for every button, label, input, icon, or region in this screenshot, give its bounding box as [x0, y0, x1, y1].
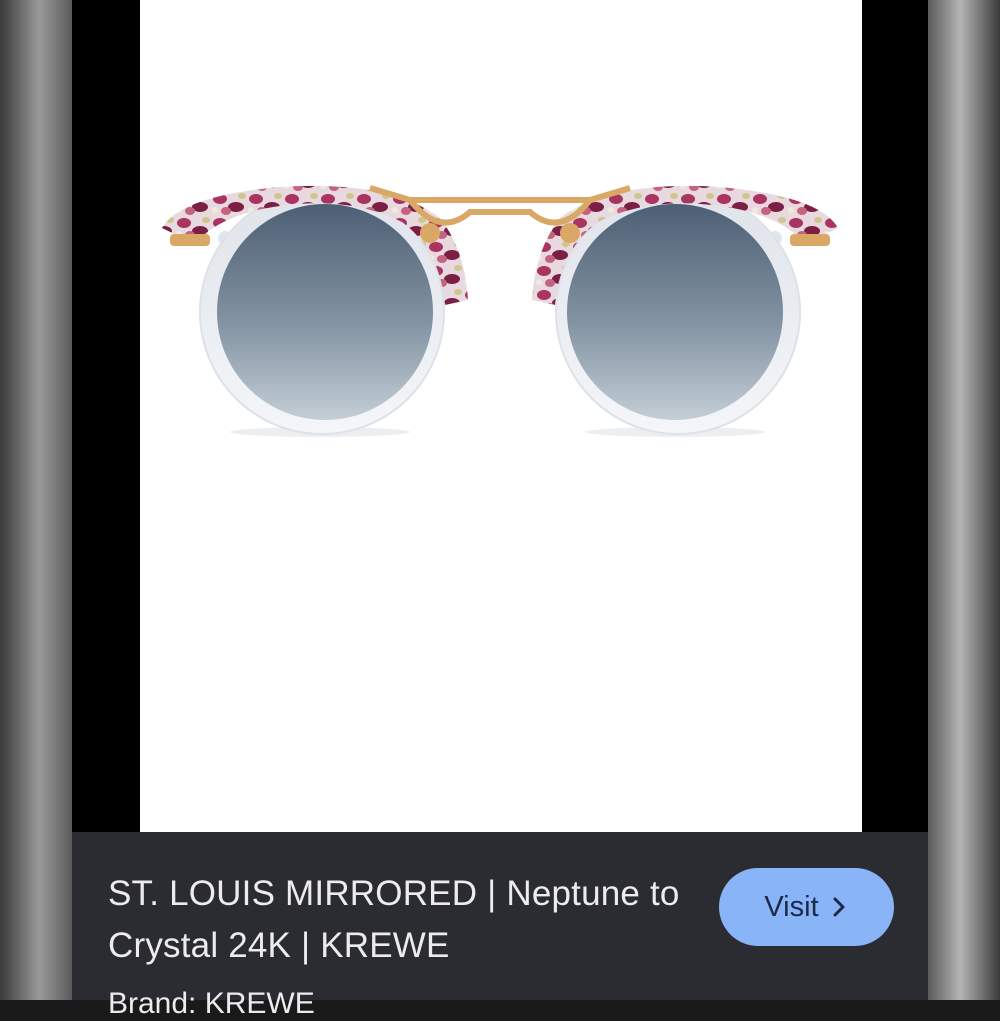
product-title[interactable]: ST. LOUIS MIRRORED | Neptune to Crystal … — [108, 868, 698, 972]
visit-button-label: Visit — [764, 890, 819, 923]
image-viewer — [72, 0, 928, 832]
search-result-info-panel: ST. LOUIS MIRRORED | Neptune to Crystal … — [72, 832, 928, 1020]
sunglasses-illustration — [162, 185, 838, 437]
blurred-background-left — [0, 0, 72, 1000]
product-image[interactable] — [140, 0, 862, 832]
brand-line: Brand: KREWE — [108, 987, 315, 1020]
blurred-background-right — [928, 0, 1000, 1000]
visit-button[interactable]: Visit — [719, 868, 894, 946]
chevron-right-icon — [833, 897, 845, 917]
